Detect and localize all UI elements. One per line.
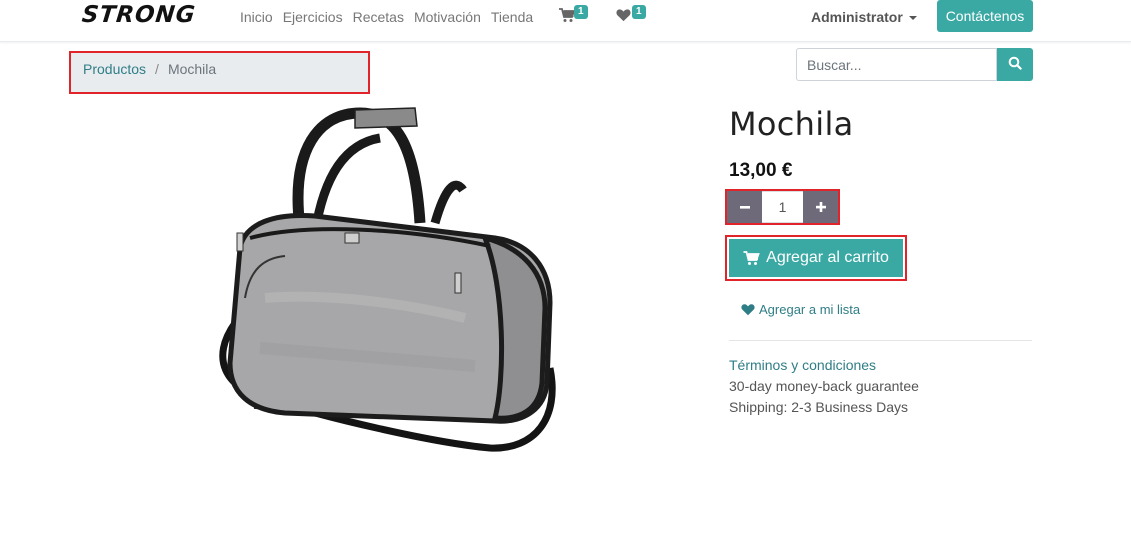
wishlist-count-badge: 1 xyxy=(632,5,646,19)
decrease-quantity-button[interactable] xyxy=(727,191,762,223)
main-nav: Inicio Ejercicios Recetas Motivación Tie… xyxy=(240,9,543,25)
user-menu[interactable]: Administrator xyxy=(811,9,917,25)
nav-link-inicio[interactable]: Inicio xyxy=(240,9,273,25)
increase-quantity-button[interactable] xyxy=(803,191,838,223)
nav-link-ejercicios[interactable]: Ejercicios xyxy=(283,9,343,25)
product-title: Mochila xyxy=(729,105,854,143)
search-button[interactable] xyxy=(997,48,1033,81)
cart-count-badge: 1 xyxy=(574,5,588,19)
add-to-wishlist-label: Agregar a mi lista xyxy=(759,302,861,317)
quantity-stepper xyxy=(725,189,840,225)
add-to-cart-button[interactable]: Agregar al carrito xyxy=(725,235,907,281)
brand-logo[interactable]: STRONG xyxy=(81,2,197,28)
divider xyxy=(729,340,1032,341)
nav-link-motivacion[interactable]: Motivación xyxy=(414,9,481,25)
user-name: Administrator xyxy=(811,9,903,25)
search-box xyxy=(796,48,1033,81)
terms-link[interactable]: Términos y condiciones xyxy=(729,357,876,373)
contact-button[interactable]: Contáctenos xyxy=(937,0,1033,32)
shipping-text: Shipping: 2-3 Business Days xyxy=(729,399,908,415)
add-to-cart-label: Agregar al carrito xyxy=(766,249,889,266)
guarantee-text: 30-day money-back guarantee xyxy=(729,378,919,394)
search-icon xyxy=(1008,56,1022,70)
breadcrumb-current: Mochila xyxy=(167,61,217,77)
breadcrumb-separator: / xyxy=(155,61,159,77)
nav-link-recetas[interactable]: Recetas xyxy=(353,9,404,25)
product-image xyxy=(205,98,565,458)
top-navbar: STRONG Inicio Ejercicios Recetas Motivac… xyxy=(0,0,1131,42)
plus-icon xyxy=(815,202,826,212)
product-price: 13,00 € xyxy=(729,160,793,181)
breadcrumb-link-productos[interactable]: Productos xyxy=(83,61,146,77)
cart-icon[interactable] xyxy=(559,8,576,27)
heart-icon[interactable] xyxy=(616,8,631,26)
add-to-wishlist-link[interactable]: Agregar a mi lista xyxy=(741,302,860,317)
caret-down-icon xyxy=(908,16,917,21)
search-input[interactable] xyxy=(796,48,997,81)
breadcrumb: Productos / Mochila xyxy=(69,51,370,94)
minus-icon xyxy=(739,206,750,209)
quantity-input[interactable] xyxy=(762,191,803,223)
heart-icon xyxy=(741,304,755,316)
nav-link-tienda[interactable]: Tienda xyxy=(491,9,533,25)
cart-icon xyxy=(743,250,760,265)
